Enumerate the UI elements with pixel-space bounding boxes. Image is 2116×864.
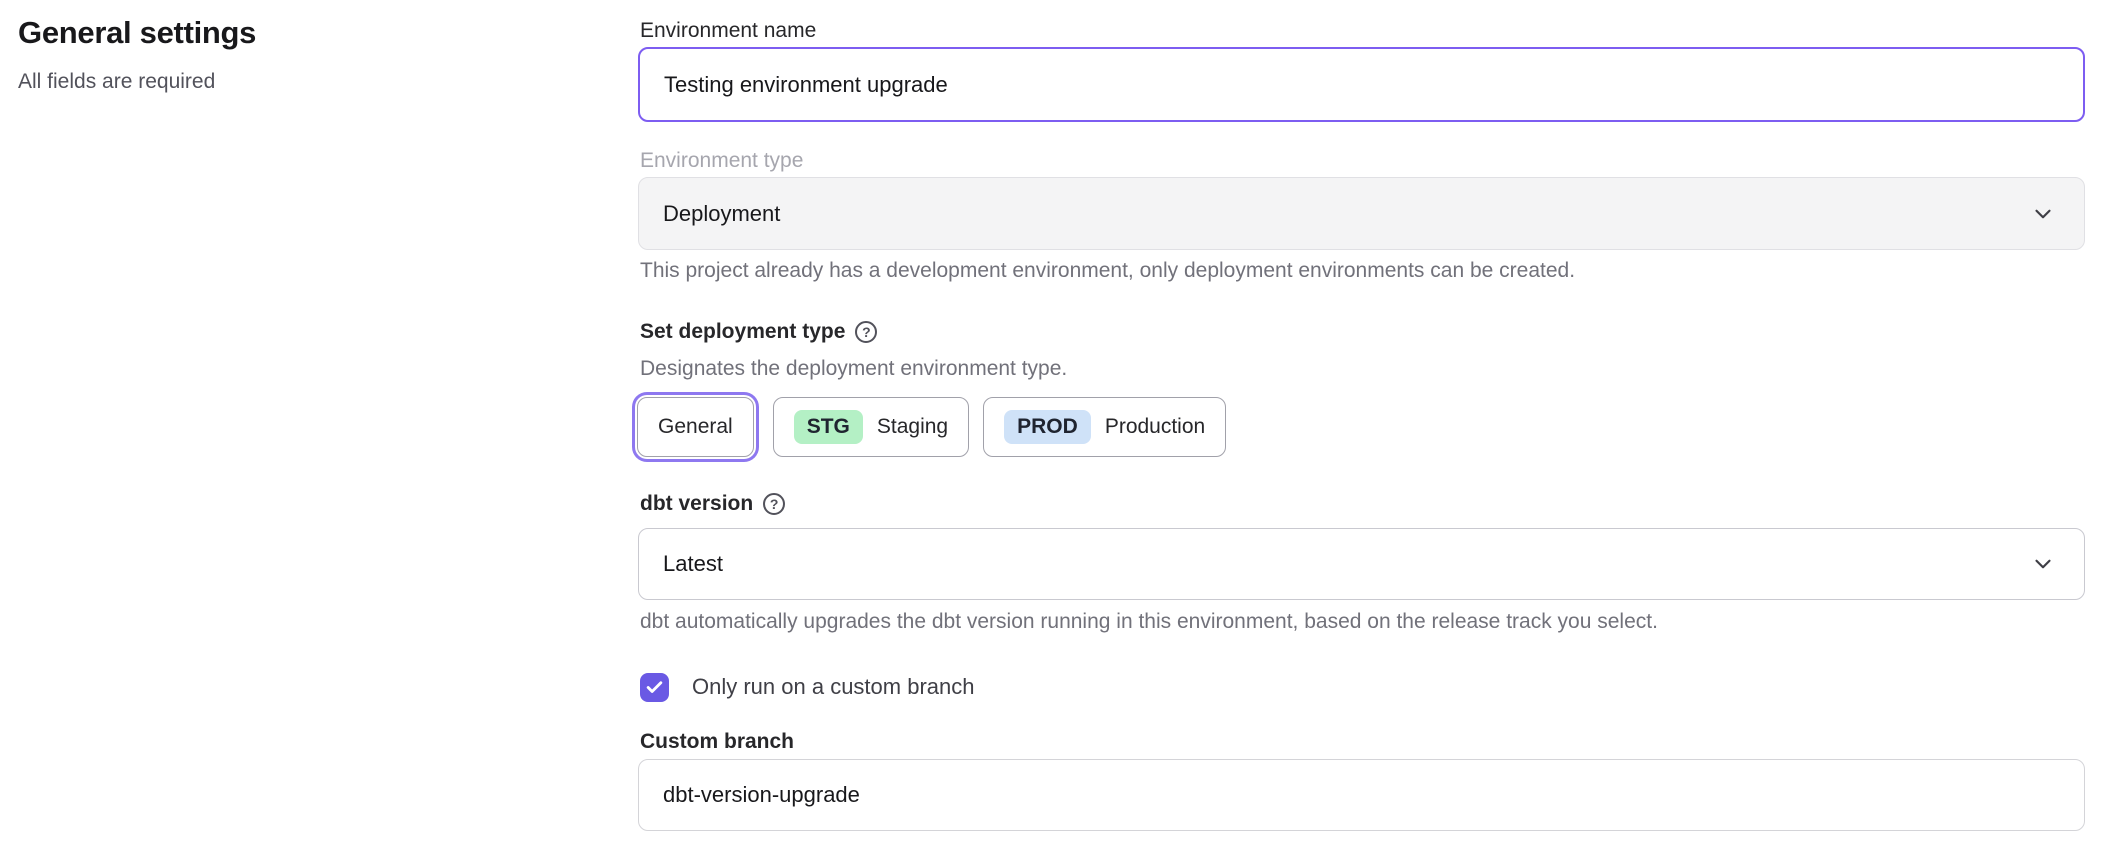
- page-subtitle: All fields are required: [18, 68, 215, 96]
- checkmark-icon: [645, 678, 664, 697]
- deployment-type-option-staging-label: Staging: [877, 415, 948, 439]
- deployment-type-option-staging[interactable]: STG Staging: [773, 397, 969, 457]
- deployment-type-options: General STG Staging PROD Production: [632, 397, 1226, 457]
- staging-badge: STG: [794, 410, 863, 444]
- environment-name-label: Environment name: [640, 17, 816, 45]
- custom-branch-checkbox[interactable]: [640, 673, 669, 702]
- chevron-down-icon: [2030, 551, 2056, 577]
- environment-type-select: Deployment: [638, 177, 2085, 250]
- environment-type-helper: This project already has a development e…: [640, 257, 1575, 285]
- custom-branch-checkbox-label[interactable]: Only run on a custom branch: [692, 672, 974, 702]
- custom-branch-input[interactable]: [638, 759, 2085, 831]
- help-circle-icon[interactable]: ?: [855, 321, 877, 343]
- deployment-type-option-general[interactable]: General: [637, 397, 754, 457]
- page-title: General settings: [18, 14, 256, 52]
- general-settings-page: General settings All fields are required…: [0, 0, 2116, 864]
- dbt-version-helper: dbt automatically upgrades the dbt versi…: [640, 608, 1658, 636]
- dbt-version-label: dbt version ?: [640, 490, 785, 518]
- dbt-version-value: Latest: [663, 551, 723, 577]
- deployment-type-helper: Designates the deployment environment ty…: [640, 355, 1067, 383]
- custom-branch-checkbox-row: Only run on a custom branch: [640, 672, 974, 702]
- help-circle-icon[interactable]: ?: [763, 493, 785, 515]
- environment-type-label: Environment type: [640, 147, 803, 175]
- deployment-type-option-general-label: General: [658, 415, 733, 439]
- custom-branch-label: Custom branch: [640, 728, 794, 756]
- deployment-type-option-production-label: Production: [1105, 415, 1205, 439]
- deployment-type-label: Set deployment type ?: [640, 318, 877, 346]
- deployment-type-option-production[interactable]: PROD Production: [983, 397, 1226, 457]
- chevron-down-icon: [2030, 201, 2056, 227]
- production-badge: PROD: [1004, 410, 1091, 444]
- environment-name-input[interactable]: [638, 47, 2085, 122]
- environment-type-value: Deployment: [663, 201, 780, 227]
- dbt-version-select[interactable]: Latest: [638, 528, 2085, 600]
